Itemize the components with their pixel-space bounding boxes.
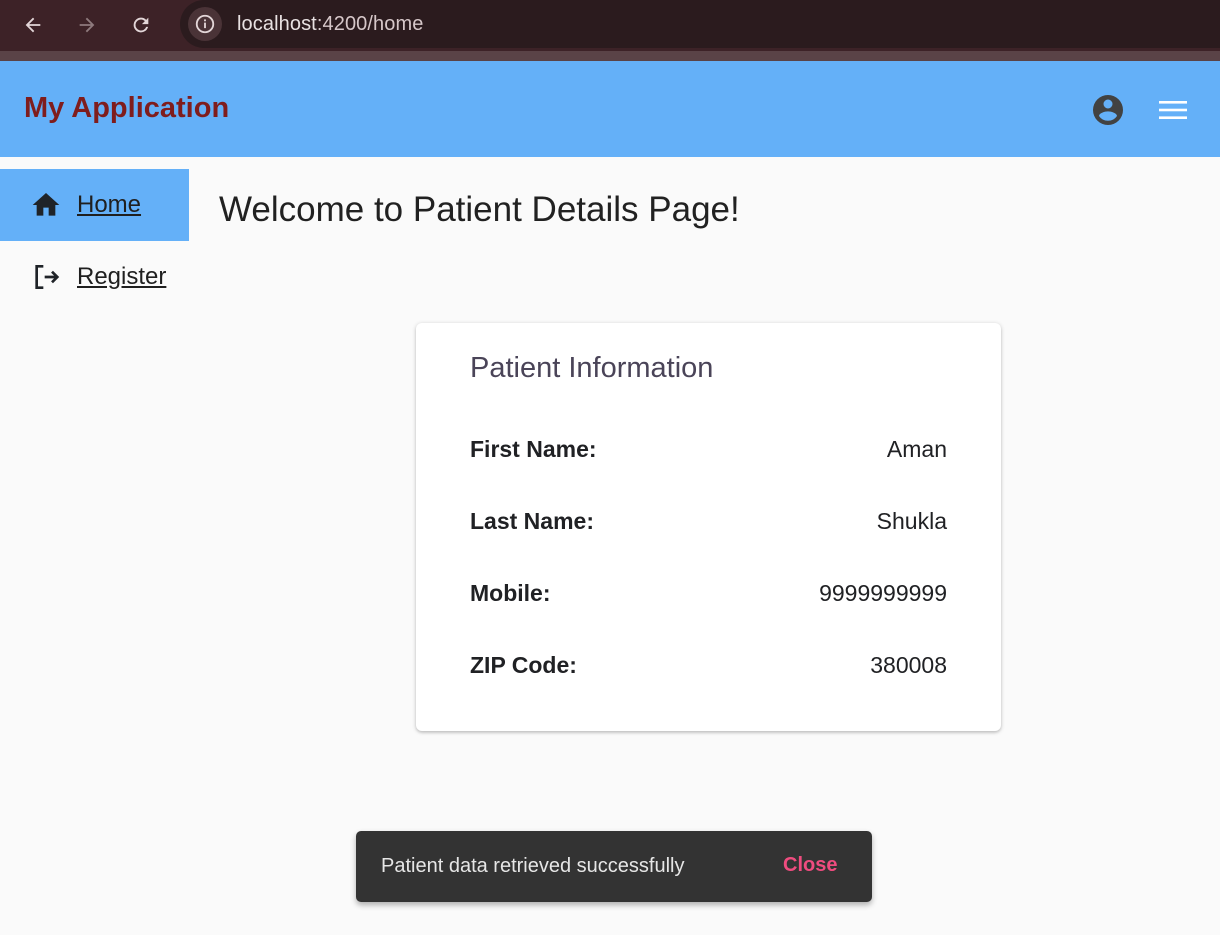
url-path: :4200/home	[316, 13, 424, 35]
sidebar-item-home[interactable]: Home	[0, 169, 189, 241]
patient-info-card: Patient Information First Name: Aman Las…	[416, 323, 1001, 731]
browser-toolbar-edge	[0, 51, 1220, 61]
info-row-first-name: First Name: Aman	[470, 429, 947, 469]
logout-icon	[35, 265, 60, 289]
info-label: Mobile:	[470, 579, 551, 606]
snackbar-close-button[interactable]: Close	[783, 854, 837, 877]
snackbar: Patient data retrieved successfully Clos…	[356, 831, 872, 902]
info-row-zip-code: ZIP Code: 380008	[470, 645, 947, 685]
info-value: Shukla	[876, 507, 947, 534]
info-value: 9999999999	[819, 579, 947, 606]
info-label: First Name:	[470, 435, 597, 462]
forward-arrow-icon	[79, 17, 95, 33]
url-text[interactable]: localhost:4200/home	[237, 13, 423, 36]
back-arrow-icon	[25, 17, 41, 33]
account-button[interactable]	[1090, 92, 1126, 128]
menu-icon	[1159, 101, 1187, 119]
back-button[interactable]	[20, 12, 46, 38]
account-circle-icon	[1093, 95, 1123, 125]
page-title: Welcome to Patient Details Page!	[219, 190, 740, 229]
info-label: ZIP Code:	[470, 651, 577, 678]
reload-button[interactable]	[128, 12, 154, 38]
sidebar-item-register[interactable]: Register	[0, 241, 189, 313]
snackbar-message: Patient data retrieved successfully	[381, 855, 685, 877]
home-icon	[32, 193, 60, 216]
app-toolbar: My Application	[0, 61, 1220, 157]
sidebar-item-label: Register	[77, 263, 167, 290]
info-row-mobile: Mobile: 9999999999	[470, 573, 947, 613]
info-value: Aman	[886, 435, 947, 462]
info-row-last-name: Last Name: Shukla	[470, 501, 947, 541]
app-title: My Application	[24, 92, 230, 124]
url-host: localhost	[237, 13, 317, 35]
site-info-button[interactable]	[188, 7, 222, 41]
menu-button[interactable]	[1156, 95, 1190, 125]
info-label: Last Name:	[470, 507, 594, 534]
sidebar-item-label: Home	[77, 191, 142, 218]
card-title: Patient Information	[470, 352, 714, 384]
reload-icon	[133, 17, 149, 33]
info-value: 380008	[870, 651, 947, 678]
forward-button[interactable]	[74, 12, 100, 38]
browser-toolbar: localhost:4200/home	[0, 0, 1220, 61]
info-icon	[195, 14, 215, 34]
